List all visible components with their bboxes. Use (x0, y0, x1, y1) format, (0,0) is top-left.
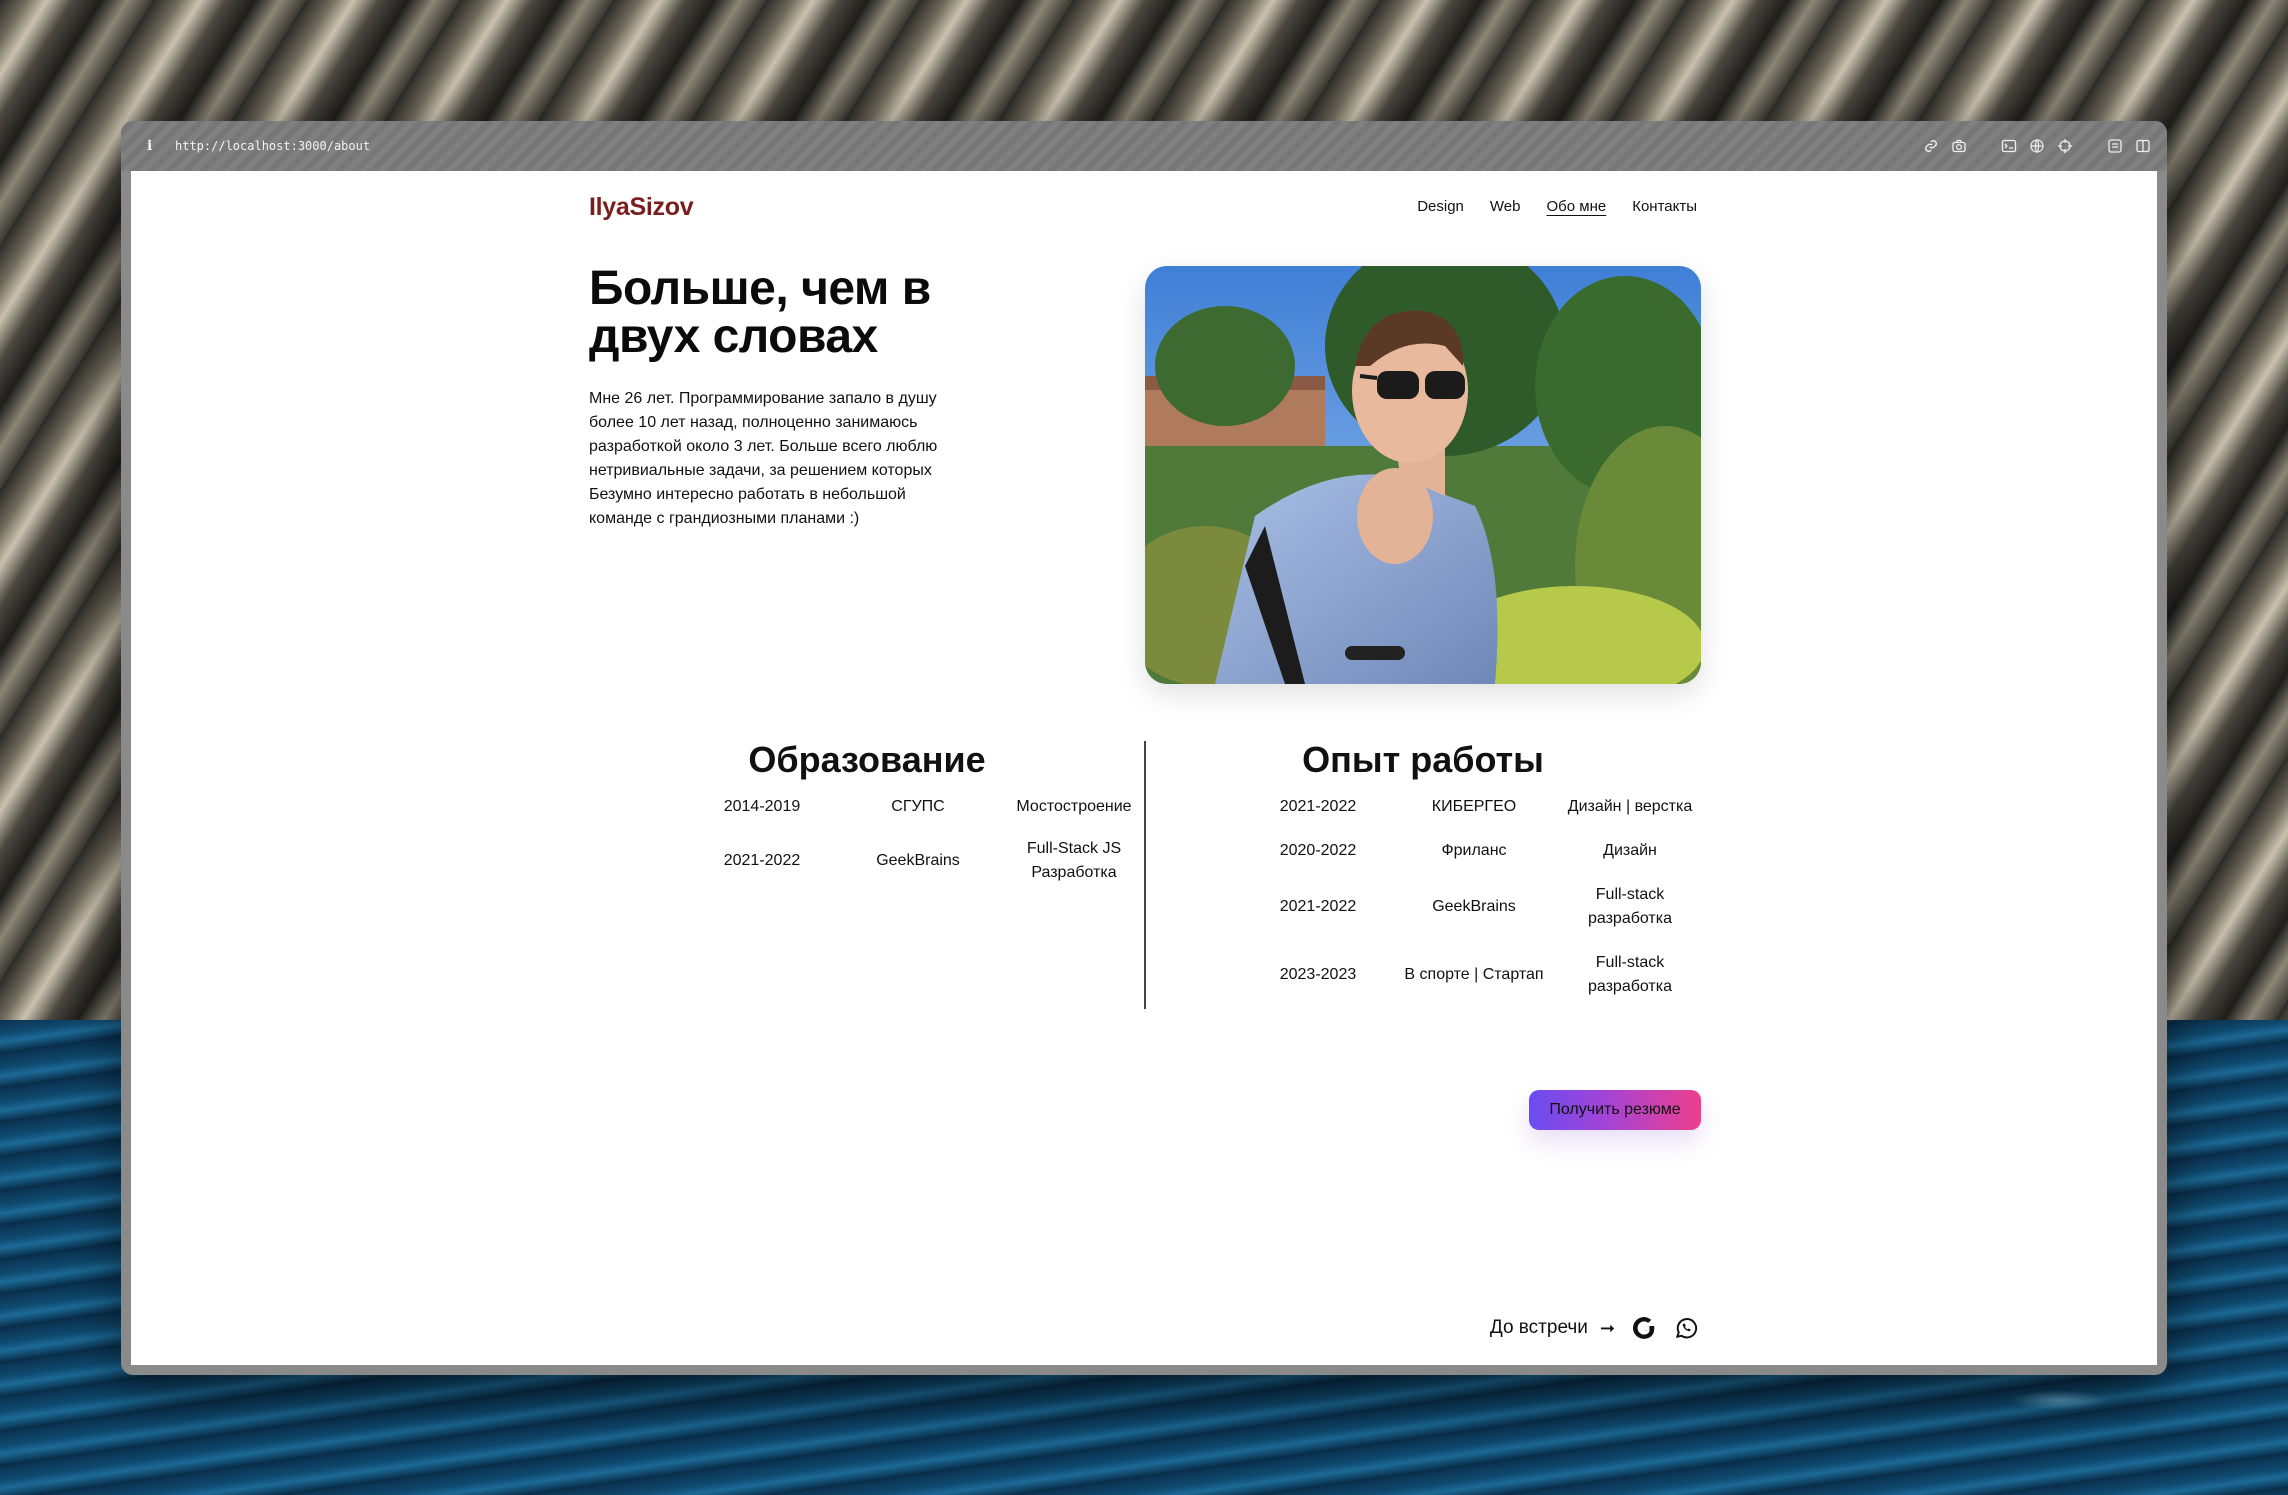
info-icon[interactable]: i (147, 138, 167, 154)
split-view-icon[interactable] (2135, 138, 2151, 154)
web-page: IlyaSizov Design Web Обо мне Контакты Бо… (131, 171, 2157, 1365)
experience-role: Full-stack разработка (1587, 886, 1673, 927)
profile-photo (1145, 266, 1701, 684)
terminal-icon[interactable] (2001, 138, 2017, 154)
experience-company: В спорте | Стартап (1404, 966, 1544, 983)
experience-row: 2021-2022 КИБЕРГЕО Дизайн | верстка (1240, 795, 1708, 819)
education-years: 2014-2019 (723, 798, 801, 815)
crosshair-icon[interactable] (2057, 138, 2073, 154)
education-row: 2014-2019 СГУПС Мостостроение (684, 795, 1152, 819)
page-title: Больше, чем в двух словах (589, 262, 931, 363)
nav-item-design[interactable]: Design (1417, 198, 1464, 215)
experience-years: 2021-2022 (1279, 798, 1357, 815)
get-resume-button[interactable]: Получить резюме (1529, 1090, 1701, 1130)
education-institution: СГУПС (891, 798, 945, 815)
experience-years: 2020-2022 (1279, 842, 1357, 859)
footer: До встречи ➞ (1490, 1315, 1699, 1341)
browser-window: i http://localhost:3000/about IlyaSizov … (121, 121, 2167, 1375)
nav-item-web[interactable]: Web (1490, 198, 1521, 215)
experience-company: Фриланс (1441, 842, 1507, 859)
globe-icon[interactable] (2029, 138, 2045, 154)
education-title: Образование (748, 739, 986, 780)
about-paragraph: Мне 26 лет. Программирование запало в ду… (589, 390, 938, 527)
section-divider (1144, 741, 1146, 1009)
experience-role: Дизайн (1603, 842, 1657, 859)
site-logo[interactable]: IlyaSizov (589, 193, 694, 222)
education-row: 2021-2022 GeekBrains Full-Stack JS Разра… (684, 837, 1144, 885)
google-icon[interactable] (1631, 1315, 1657, 1341)
education-institution: GeekBrains (876, 852, 960, 869)
link-icon[interactable] (1923, 138, 1939, 154)
camera-icon[interactable] (1951, 138, 1967, 154)
farewell-text: До встречи (1489, 1317, 1588, 1338)
experience-company: GeekBrains (1432, 898, 1516, 915)
experience-role: Full-stack разработка (1587, 954, 1673, 995)
whatsapp-icon[interactable] (1673, 1315, 1699, 1341)
url-text[interactable]: http://localhost:3000/about (175, 139, 370, 153)
nav-item-about[interactable]: Обо мне (1546, 198, 1606, 215)
experience-row: 2023-2023 В спорте | Стартап Full-stack … (1240, 951, 1685, 999)
browser-toolbar (1923, 138, 2151, 154)
main-nav: Design Web Обо мне Контакты (1417, 198, 1697, 215)
nav-item-contacts[interactable]: Контакты (1632, 198, 1697, 215)
education-specialty: Full-Stack JS Разработка (1026, 840, 1122, 881)
experience-company: КИБЕРГЕО (1431, 798, 1517, 815)
panel-icon[interactable] (2107, 138, 2123, 154)
education-years: 2021-2022 (723, 852, 801, 869)
experience-title: Опыт работы (1302, 739, 1544, 780)
experience-row: 2020-2022 Фриланс Дизайн (1240, 839, 1708, 863)
arrow-right-icon: ➞ (1599, 1317, 1615, 1338)
experience-years: 2021-2022 (1279, 898, 1357, 915)
experience-row: 2021-2022 GeekBrains Full-stack разработ… (1240, 883, 1685, 931)
experience-years: 2023-2023 (1279, 966, 1357, 983)
experience-role: Дизайн | верстка (1567, 798, 1693, 815)
education-specialty: Мостостроение (1016, 798, 1132, 815)
url-bar[interactable]: i http://localhost:3000/about (121, 121, 2167, 171)
